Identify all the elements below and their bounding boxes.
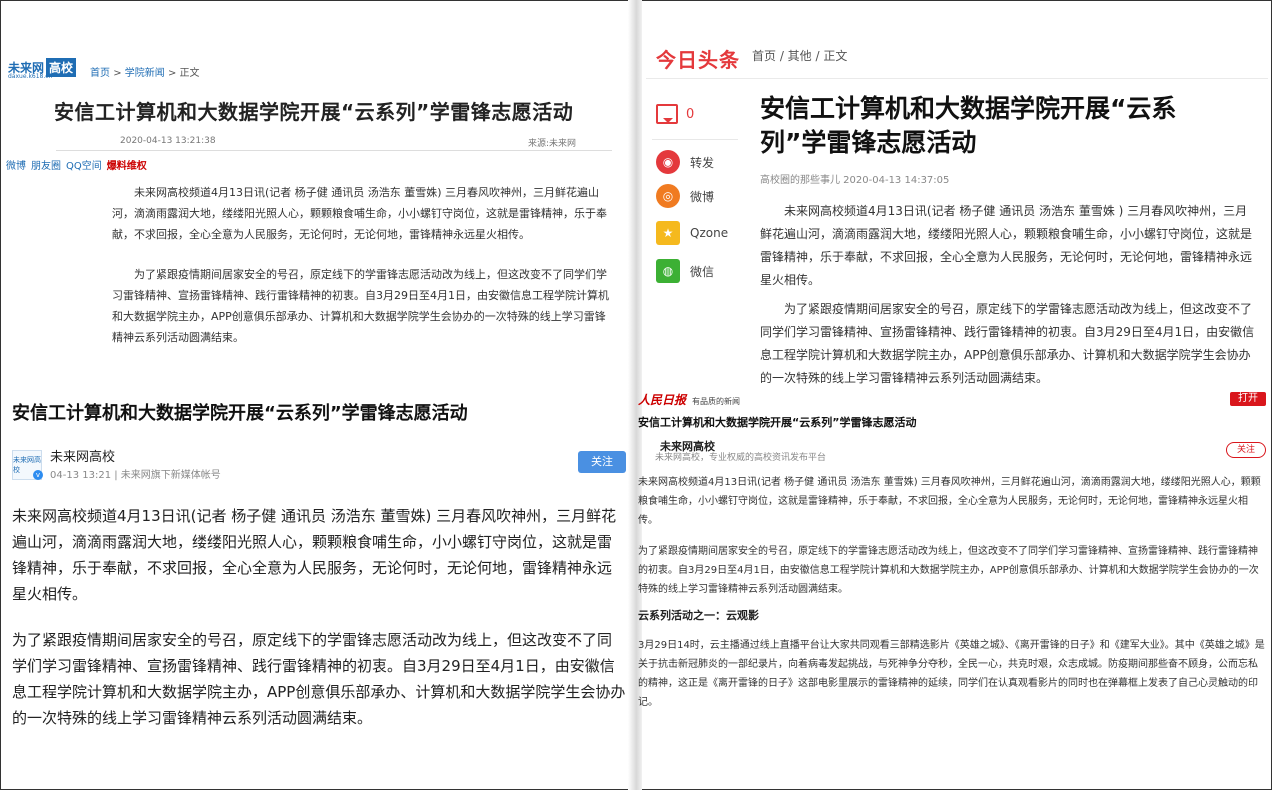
section-subtitle: 云系列活动之一：云观影 [638, 609, 759, 622]
share-repost-button[interactable]: ◉ 转发 [656, 150, 714, 174]
peoples-daily-tagline: 有品质的新闻 [692, 397, 741, 406]
author-name[interactable]: 未来网高校 [50, 446, 115, 465]
repost-icon: ◉ [656, 150, 680, 174]
share-qzone-link[interactable]: QQ空间 [66, 157, 102, 172]
breadcrumb-separator: > [167, 68, 180, 79]
article-paragraph: 为了紧跟疫情期间居家安全的号召，原定线下的学雷锋志愿活动改为线上，但这改变不了同… [760, 302, 1255, 385]
share-weibo-link[interactable]: 微博 [6, 157, 26, 172]
qzone-icon: ★ [656, 221, 680, 245]
weilai-logo-subtext: daxue.k618.cn [8, 73, 53, 80]
follow-button[interactable]: 关注 [1226, 442, 1266, 458]
peoples-daily-logo: 人民日报 有品质的新闻 [638, 391, 740, 408]
mobile-article-title: 安信工计算机和大数据学院开展“云系列”学雷锋志愿活动 [12, 403, 468, 424]
publish-time: 2020-04-13 13:21:38 [120, 136, 216, 146]
share-label: 微博 [690, 189, 715, 204]
article-paragraph: 为了紧跟疫情期间居家安全的号召，原定线下的学雷锋志愿活动改为线上，但这改变不了同… [12, 631, 626, 727]
comment-count: 0 [686, 106, 695, 122]
article-paragraph: 为了紧跟疫情期间居家安全的号召，原定线下的学雷锋志愿活动改为线上，但这改变不了同… [112, 268, 609, 344]
toutiao-logo[interactable]: 今日头条 [656, 44, 740, 73]
article-paragraph: 未来网高校频道4月13日讯(记者 杨子健 通讯员 汤浩东 董雪姝) 三月春风吹神… [12, 507, 617, 603]
divider [56, 150, 612, 151]
article-paragraph: 未来网高校频道4月13日讯(记者 杨子健 通讯员 汤浩东 董雪姝) 三月春风吹神… [112, 186, 607, 241]
share-label: 转发 [690, 155, 715, 170]
share-moments-link[interactable]: 朋友圈 [31, 157, 61, 172]
article-paragraph: 为了紧跟疫情期间居家安全的号召，原定线下的学雷锋志愿活动改为线上，但这改变不了同… [638, 546, 1259, 595]
verified-icon: v [33, 470, 43, 480]
share-bar: 微博 朋友圈 QQ空间 爆料维权 [6, 157, 147, 172]
peoples-daily-logo-text: 人民日报 [638, 393, 687, 407]
article-title: 安信工计算机和大数据学院开展“云系列”学雷锋志愿活动 [760, 94, 1177, 157]
share-weibo-button[interactable]: ◎ 微博 [656, 184, 714, 208]
share-wechat-button[interactable]: ◍ 微信 [656, 259, 714, 283]
breadcrumb-separator: > [113, 68, 125, 79]
page-title: 安信工计算机和大数据学院开展“云系列”学雷锋志愿活动 [54, 100, 574, 124]
report-link[interactable]: 爆料维权 [107, 157, 147, 172]
breadcrumb-current: 正文 [179, 68, 200, 79]
article-paragraph: 未来网高校频道4月13日讯(记者 杨子健 通讯员 汤浩东 董雪姝 ) 三月春风吹… [760, 204, 1253, 287]
divider [646, 78, 1268, 79]
article-title: 安信工计算机和大数据学院开展“云系列”学雷锋志愿活动 [638, 416, 917, 429]
share-label: Qzone [690, 226, 729, 240]
comment-button[interactable]: 0 [656, 104, 694, 124]
article-paragraph: 3月29日14时，云主播通过线上直播平台让大家共同观看三部精选影片《英雄之城》、… [638, 640, 1265, 708]
comment-icon [656, 104, 678, 124]
share-qzone-button[interactable]: ★ Qzone [656, 221, 728, 245]
article-paragraph: 未来网高校频道4月13日讯(记者 杨子健 通讯员 汤浩东 董雪姝) 三月春风吹神… [638, 477, 1261, 526]
breadcrumb: 首页 > 学院新闻 > 正文 [90, 64, 200, 79]
author-meta: 04-13 13:21 | 未来网旗下新媒体帐号 [50, 470, 221, 481]
breadcrumb[interactable]: 首页 / 其他 / 正文 [752, 47, 847, 64]
wechat-icon: ◍ [656, 259, 680, 283]
divider [652, 139, 738, 140]
share-label: 微信 [690, 264, 715, 279]
author-description: 未来网高校，专业权威的高校资讯发布平台 [655, 453, 827, 463]
follow-button[interactable]: 关注 [578, 451, 626, 473]
article-source: 来源:未来网 [528, 139, 577, 149]
open-app-button[interactable]: 打开 [1230, 392, 1266, 406]
breadcrumb-home[interactable]: 首页 [90, 68, 110, 79]
article-meta: 高校圈的那些事儿 2020-04-13 14:37:05 [760, 175, 950, 186]
breadcrumb-college-news[interactable]: 学院新闻 [125, 68, 165, 79]
weibo-icon: ◎ [656, 184, 680, 208]
